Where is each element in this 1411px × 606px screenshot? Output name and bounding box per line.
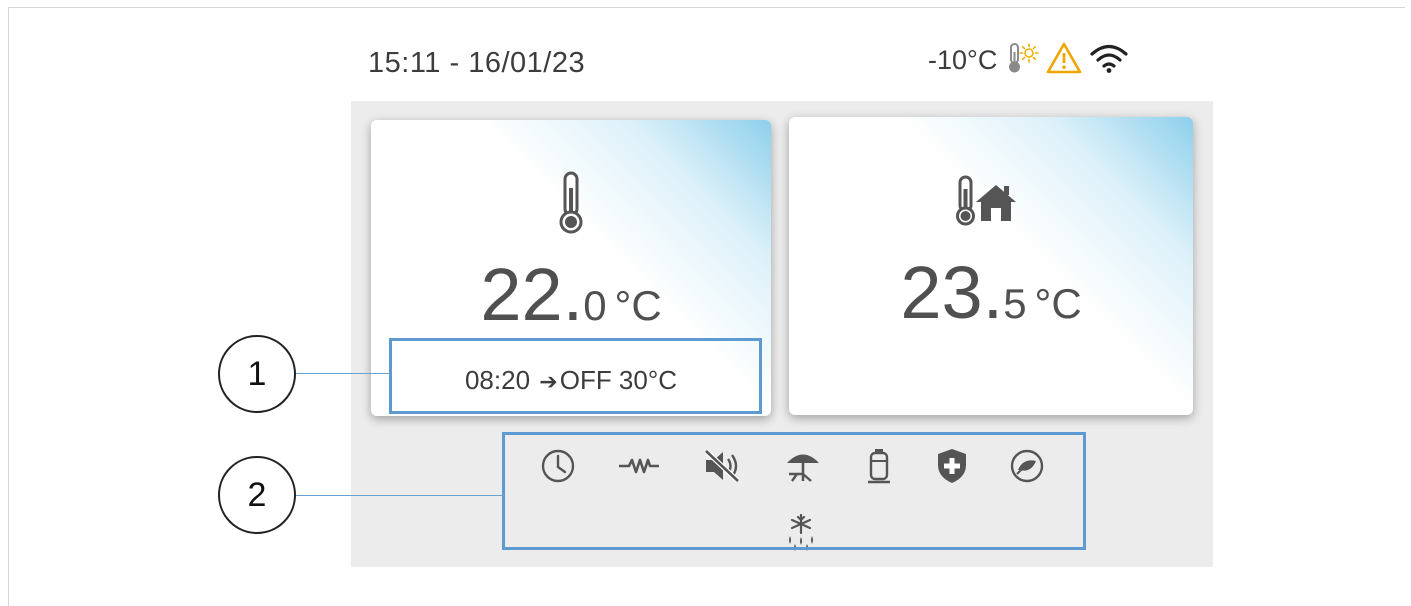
room-temp-decimal: 5: [1003, 280, 1027, 327]
thermometer-sun-icon: [1005, 40, 1040, 81]
wifi-icon[interactable]: [1089, 41, 1129, 80]
room-temp-value: 23.5 °C: [900, 251, 1082, 334]
callout-box-schedule: [389, 338, 762, 414]
datetime-label: 15:11 - 16/01/23: [368, 47, 586, 79]
callout-number-1: 1: [218, 335, 296, 413]
setpoint-decimal: 0: [583, 282, 607, 329]
setpoint-integer: 22: [480, 253, 563, 336]
thermometer-icon: [556, 170, 586, 241]
callout-number-2: 2: [218, 456, 296, 534]
callout-box-status-icons: [502, 432, 1086, 550]
warning-icon[interactable]: [1045, 41, 1083, 80]
status-indicators: -10°C: [928, 40, 1129, 80]
thermometer-house-icon: [954, 175, 1020, 232]
callout-leader-1: [296, 373, 390, 374]
setpoint-unit: °C: [614, 282, 662, 329]
room-temp-card[interactable]: 23.5 °C: [789, 117, 1193, 415]
room-temp-integer: 23: [900, 251, 983, 334]
room-temp-unit: °C: [1034, 280, 1082, 327]
callout-leader-2: [296, 495, 504, 496]
setpoint-value: 22.0 °C: [480, 253, 662, 336]
outdoor-temp-label: -10°C: [928, 44, 998, 75]
